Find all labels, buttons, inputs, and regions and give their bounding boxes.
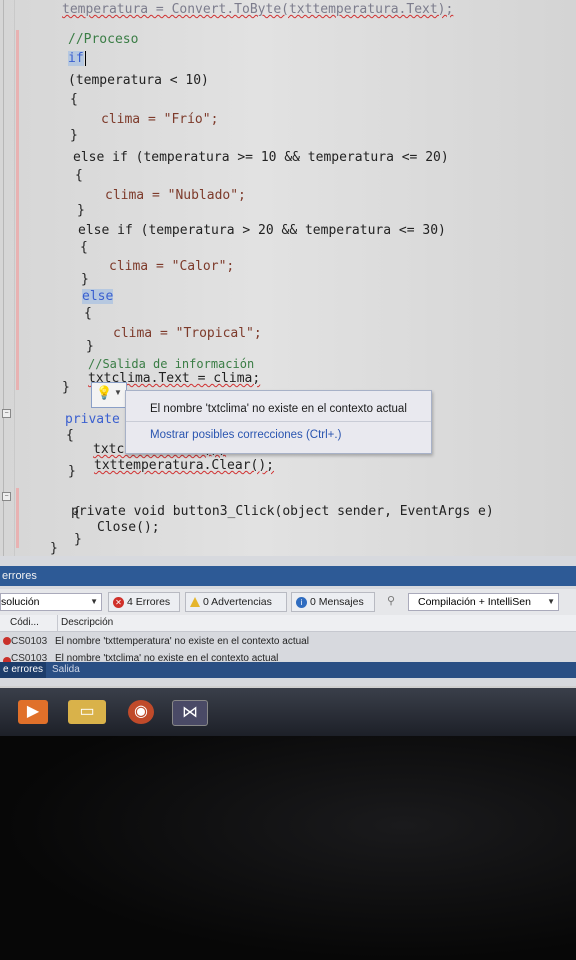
change-indicator-bar-2 xyxy=(16,488,19,548)
code-line-assign-tropical: clima = "Tropical"; xyxy=(113,326,262,341)
code-line-open1: { xyxy=(70,92,78,107)
code-line-close2: } xyxy=(77,203,85,218)
column-code-header[interactable]: Códi... xyxy=(10,615,39,631)
quick-actions-lightbulb[interactable]: 💡 ▼ xyxy=(91,382,127,408)
build-intellisense-dropdown[interactable]: Compilación + IntelliSen ▼ xyxy=(408,593,559,611)
else-keyword: else xyxy=(82,289,114,304)
warning-icon xyxy=(190,597,200,608)
error-list-title-bar: errores xyxy=(0,566,576,586)
gutter-border-inner xyxy=(14,0,15,556)
code-line-close5: } xyxy=(68,464,76,479)
chevron-down-icon: ▼ xyxy=(114,388,122,397)
messages-filter-label: 0 Mensajes xyxy=(310,596,364,608)
code-line-else: else xyxy=(82,289,114,304)
code-line-top: temperatura = Convert.ToByte(txttemperat… xyxy=(62,2,453,17)
code-line-close4: } xyxy=(86,339,94,354)
error-icon xyxy=(3,637,11,645)
error-list-header: Códi... Descripción xyxy=(0,615,576,632)
errors-filter-label: 4 Errores xyxy=(127,596,171,608)
code-line-assign-calor: clima = "Calor"; xyxy=(109,259,235,274)
warnings-filter-label: 0 Advertencias xyxy=(203,596,272,608)
change-indicator-bar xyxy=(16,30,19,390)
error-description: El nombre 'txttemperatura' no existe en … xyxy=(55,636,309,647)
button3-click-signature: private void button3_Click(object sender… xyxy=(71,504,494,519)
code-line-close6: } xyxy=(74,532,82,547)
code-line-open5: { xyxy=(66,428,74,443)
screen: − − temperatura = Convert.ToByte(txttemp… xyxy=(0,0,576,700)
gutter-border xyxy=(3,0,4,556)
code-line-open6: { xyxy=(73,505,81,520)
quickinfo-message: El nombre 'txtclima' no existe en el con… xyxy=(150,403,407,415)
chevron-down-icon: ▼ xyxy=(90,597,98,606)
code-editor[interactable]: − − temperatura = Convert.ToByte(txttemp… xyxy=(0,0,576,556)
tab-error-list[interactable]: e errores xyxy=(0,662,47,678)
code-text: temperatura = Convert.ToByte(txttemperat… xyxy=(62,2,454,17)
scope-value: solución xyxy=(1,596,40,608)
code-line-end-method: } xyxy=(62,380,70,395)
error-row[interactable]: CS0103 El nombre 'txtclima' no existe en… xyxy=(0,652,576,662)
code-line-clear-temperatura: txttemperatura.Clear(); xyxy=(94,458,274,473)
code-line-open4: { xyxy=(84,306,92,321)
code-line-assign-frio: clima = "Frío"; xyxy=(101,112,219,127)
lightbulb-icon: 💡 xyxy=(96,385,113,400)
error-list-title: errores xyxy=(2,570,37,582)
firefox-icon[interactable]: ◉ xyxy=(128,700,154,724)
visual-studio-icon[interactable]: ⋈ xyxy=(172,700,208,726)
if-keyword: if xyxy=(68,51,84,66)
photo-dark-area xyxy=(0,736,576,960)
code-line-cond1: (temperatura < 10) xyxy=(68,73,209,88)
code-line-close1: } xyxy=(70,128,78,143)
collapse-toggle-icon-2[interactable]: − xyxy=(2,492,11,501)
warnings-filter-button[interactable]: 0 Advertencias xyxy=(185,592,287,612)
error-description: El nombre 'txtclima' no existe en el con… xyxy=(55,653,279,662)
column-description-header[interactable]: Descripción xyxy=(57,615,113,631)
scope-dropdown[interactable]: solución ▼ xyxy=(0,593,102,611)
tab-output[interactable]: Salida xyxy=(48,662,84,678)
code-line-close7: } xyxy=(50,541,58,556)
code-line-assign-nublado: clima = "Nublado"; xyxy=(105,188,246,203)
error-code: CS0103 xyxy=(11,653,48,662)
bottom-panel-tabs: e errores Salida xyxy=(0,662,576,678)
code-line-comment-salida: //Salida de información xyxy=(88,357,255,371)
error-code: CS0103 xyxy=(11,636,48,647)
code-line-elseif1: else if (temperatura >= 10 && temperatur… xyxy=(73,150,449,165)
error-row[interactable]: CS0103 El nombre 'txttemperatura' no exi… xyxy=(0,632,576,652)
code-line-if: if xyxy=(68,51,86,66)
code-line-close3: } xyxy=(81,272,89,287)
error-icon: ✕ xyxy=(113,596,124,608)
code-line-elseif2: else if (temperatura > 20 && temperatura… xyxy=(78,223,446,238)
filter-icon[interactable]: ⚲ xyxy=(387,594,395,607)
error-list-toolbar: solución ▼ ✕ 4 Errores 0 Advertencias i0 … xyxy=(0,589,576,615)
error-list-panel: errores solución ▼ ✕ 4 Errores 0 Adverten… xyxy=(0,556,576,686)
code-line-close-call: Close(); xyxy=(97,520,160,535)
media-player-icon[interactable]: ▶ xyxy=(18,700,48,724)
errors-filter-button[interactable]: ✕ 4 Errores xyxy=(108,592,180,612)
show-fixes-link[interactable]: Mostrar posibles correcciones (Ctrl+.) xyxy=(150,429,341,441)
messages-filter-button[interactable]: i0 Mensajes xyxy=(291,592,375,612)
info-icon: i xyxy=(296,596,307,608)
text-caret xyxy=(84,51,86,66)
quickinfo-divider xyxy=(126,421,431,422)
code-line-open2: { xyxy=(75,168,83,183)
chevron-down-icon: ▼ xyxy=(547,597,555,606)
code-line-open3: { xyxy=(80,240,88,255)
collapse-toggle-icon[interactable]: − xyxy=(2,409,11,418)
error-quickinfo-popup: El nombre 'txtclima' no existe en el con… xyxy=(125,390,432,454)
windows-taskbar: ▶ ▭ ◉ ⋈ xyxy=(0,688,576,736)
build-filter-value: Compilación + IntelliSen xyxy=(418,596,531,608)
code-line-button3-click: private void button3_Click(object sender… xyxy=(71,504,494,519)
file-explorer-icon[interactable]: ▭ xyxy=(68,700,106,724)
code-line-comment-proceso: //Proceso xyxy=(68,32,139,47)
clear-temperatura-statement: txttemperatura.Clear(); xyxy=(94,458,275,473)
